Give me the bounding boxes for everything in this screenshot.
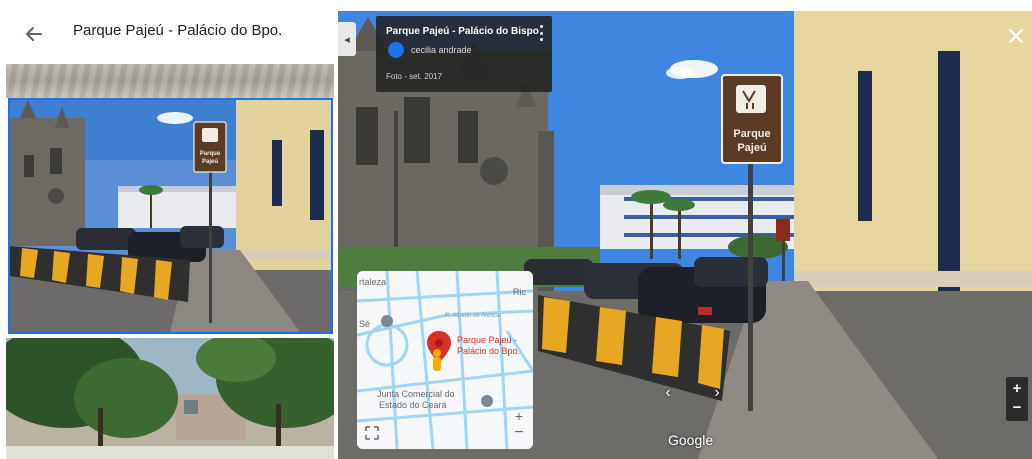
photo-thumbnail-selected[interactable]: Parque Pajeú <box>8 98 333 334</box>
collapse-panel-button[interactable]: ◂ <box>338 22 356 56</box>
chevron-left-icon: ◂ <box>344 33 350 46</box>
photo-list-panel: Parque Pajeú - Palácio do Bpo. Parque Pa… <box>0 0 338 459</box>
panel-header: Parque Pajeú - Palácio do Bpo. <box>0 0 338 64</box>
close-button[interactable] <box>1008 28 1024 44</box>
place-title[interactable]: Parque Pajeú - Palácio do Bispo <box>386 26 539 37</box>
back-button[interactable] <box>20 20 48 48</box>
photo-thumbnail-trees[interactable] <box>6 338 334 459</box>
zoom-out-button[interactable]: − <box>1006 399 1028 419</box>
map-pin-label-line1: Parque Pajeú - <box>457 335 517 345</box>
arrow-left-icon <box>25 27 42 41</box>
map-label-se: Sé <box>359 319 370 329</box>
map-label-ric: Ric <box>513 287 526 297</box>
close-icon <box>1009 29 1023 43</box>
map-zoom-out-button[interactable]: − <box>510 425 528 443</box>
map-label-fortaleza: rtaleza <box>359 277 386 287</box>
navigate-back-arrow[interactable]: ‹ <box>660 383 676 403</box>
expand-icon[interactable] <box>365 426 379 440</box>
thumbnail-sign-line1: Parque <box>200 151 221 157</box>
photo-date: Foto - set. 2017 <box>386 72 443 81</box>
map-label-street: R. Alfredo de Alencar <box>445 313 501 319</box>
author-name[interactable]: cecilia andrade <box>411 45 472 55</box>
minimap[interactable]: Parque Pajeú - Palácio do Bpo. Junta Com… <box>357 271 533 449</box>
thumbnail-sign-line2: Pajeú <box>202 159 218 165</box>
map-zoom-in-button[interactable]: + <box>510 407 528 425</box>
more-vertical-icon[interactable] <box>536 25 546 41</box>
street-view-viewer[interactable]: Parque Pajeú ◂ Parque Pajeú - Palácio do… <box>338 0 1032 459</box>
thumbnail-street-scene: Parque Pajeú <box>10 100 331 332</box>
panel-title: Parque Pajeú - Palácio do Bpo. <box>73 22 283 39</box>
zoom-control: + − <box>1006 377 1028 421</box>
map-label-junta-line2: Estado do Ceará <box>379 400 447 410</box>
panorama-sign-line1: Parque <box>733 128 770 140</box>
photo-thumbnail-partial[interactable] <box>6 64 334 98</box>
photo-info-card: Parque Pajeú - Palácio do Bispo cecilia … <box>376 16 552 92</box>
viewer-top-bar <box>338 0 1032 11</box>
thumbnail-trees-scene <box>6 338 334 459</box>
map-pin-label-line2: Palácio do Bpo. <box>457 346 520 356</box>
navigate-forward-arrow[interactable]: › <box>709 383 725 403</box>
minimap-canvas: Parque Pajeú - Palácio do Bpo. Junta Com… <box>357 271 533 449</box>
zoom-in-button[interactable]: + <box>1006 379 1028 399</box>
map-label-junta-line1: Junta Comercial do <box>377 389 455 399</box>
google-logo: Google <box>668 432 714 448</box>
panorama-sign-line2: Pajeú <box>737 142 766 154</box>
avatar[interactable] <box>388 42 404 58</box>
